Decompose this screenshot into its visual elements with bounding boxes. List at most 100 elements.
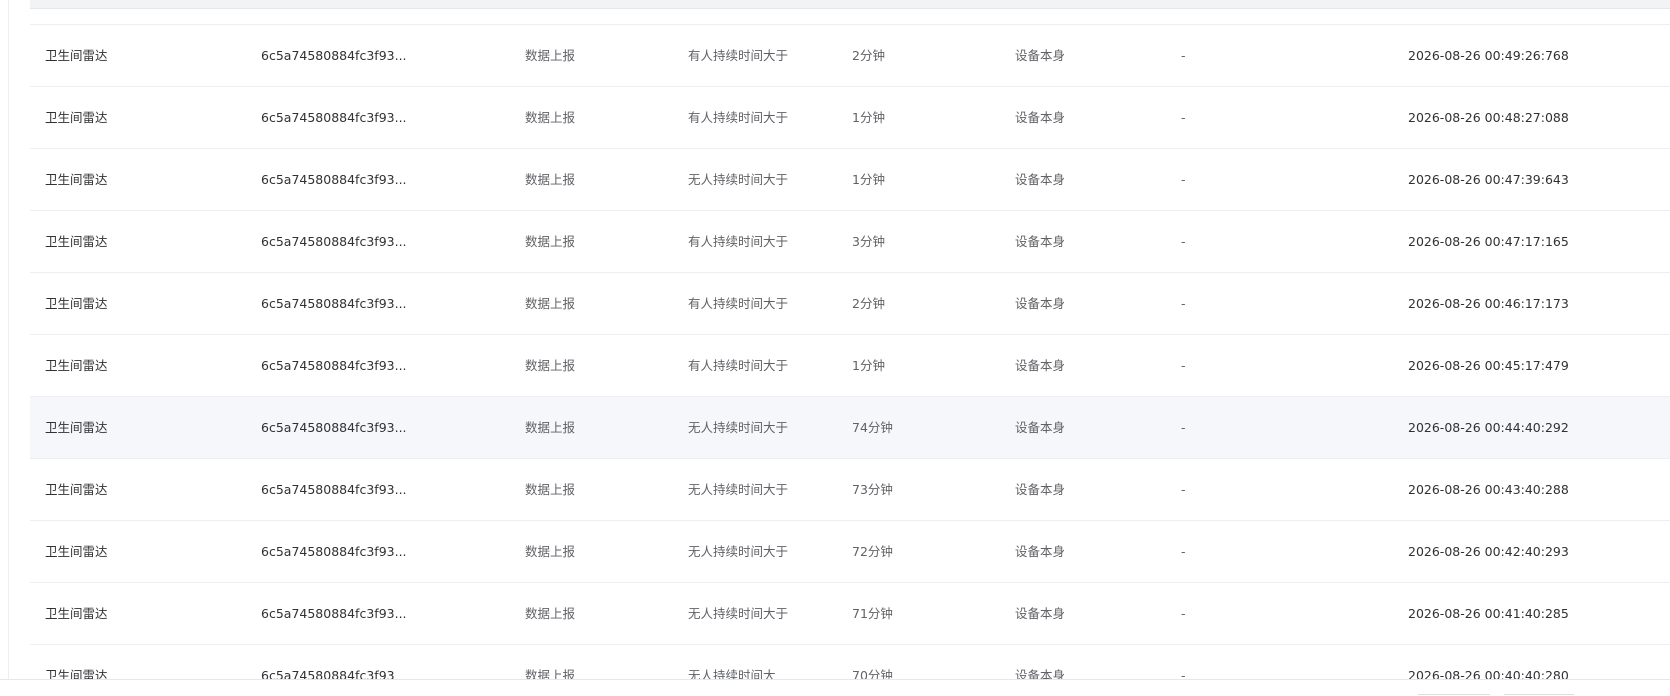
source-cell: 设备本身 [1015, 543, 1066, 559]
source-cell: 设备本身 [1015, 357, 1066, 373]
timestamp-cell: 2026-08-26 00:43:40:288 [1408, 481, 1569, 497]
table-header [30, 0, 1670, 9]
duration-cell: 70分钟 [852, 667, 893, 680]
device-name-cell: 卫生间雷达 [45, 233, 108, 249]
timestamp-cell: 2026-08-26 00:44:40:292 [1408, 419, 1569, 435]
extra-cell: - [1181, 47, 1186, 63]
device-id-cell: 6c5a74580884fc3f93... [261, 109, 407, 125]
source-cell: 设备本身 [1015, 419, 1066, 435]
timestamp-cell: 2026-08-26 00:47:17:165 [1408, 233, 1569, 249]
rule-cell: 有人持续时间大于 [688, 233, 789, 249]
rule-cell: 有人持续时间大于 [688, 109, 789, 125]
device-id-cell: 6c5a74580884fc3f93... [261, 233, 407, 249]
extra-cell: - [1181, 543, 1186, 559]
duration-cell: 3分钟 [852, 233, 885, 249]
event-type-cell: 数据上报 [525, 47, 576, 63]
duration-cell: 74分钟 [852, 419, 893, 435]
table-row[interactable]: 卫生间雷达 6c5a74580884fc3f93... 数据上报 无人持续时间大于 72… [30, 521, 1670, 583]
timestamp-cell: 2026-08-26 00:42:40:293 [1408, 543, 1569, 559]
event-type-cell: 数据上报 [525, 667, 576, 680]
device-name-cell: 卫生间雷达 [45, 357, 108, 373]
device-id-cell: 6c5a74580884fc3f93... [261, 481, 407, 497]
device-name-cell: 卫生间雷达 [45, 109, 108, 125]
device-id-cell: 6c5a74580884fc3f93... [261, 357, 407, 373]
source-cell: 设备本身 [1015, 295, 1066, 311]
table-row[interactable]: 卫生间雷达 6c5a74580884fc3f93... 数据上报 无人持续时间大于 74… [30, 397, 1670, 459]
source-cell: 设备本身 [1015, 47, 1066, 63]
table-row[interactable]: 卫生间雷达 6c5a74580884fc3f93... 数据上报 有人持续时间大于 1分… [30, 335, 1670, 397]
source-cell: 设备本身 [1015, 109, 1066, 125]
device-id-cell: 6c5a74580884fc3f93... [261, 605, 407, 621]
device-name-cell: 卫生间雷达 [45, 171, 108, 187]
event-log-page: 卫生间雷达 6c5a74580884fc3f93... 数据上报 有人持续时间大于 2分… [0, 0, 1670, 696]
event-type-cell: 数据上报 [525, 357, 576, 373]
rule-cell: 无人持续时间大于 [688, 171, 789, 187]
timestamp-cell: 2026-08-26 00:47:39:643 [1408, 171, 1569, 187]
device-name-cell: 卫生间雷达 [45, 481, 108, 497]
source-cell: 设备本身 [1015, 481, 1066, 497]
table-row[interactable]: 卫生间雷达 6c5a74580884fc3f93 数据上报 无人持续时间大 70分钟 设备… [30, 645, 1670, 679]
duration-cell: 2分钟 [852, 295, 885, 311]
event-type-cell: 数据上报 [525, 233, 576, 249]
duration-cell: 71分钟 [852, 605, 893, 621]
source-cell: 设备本身 [1015, 605, 1066, 621]
rule-cell: 无人持续时间大于 [688, 605, 789, 621]
extra-cell: - [1181, 171, 1186, 187]
duration-cell: 1分钟 [852, 109, 885, 125]
device-id-cell: 6c5a74580884fc3f93... [261, 419, 407, 435]
rule-cell: 无人持续时间大于 [688, 481, 789, 497]
event-type-cell: 数据上报 [525, 605, 576, 621]
duration-cell: 1分钟 [852, 171, 885, 187]
left-edge-divider [0, 0, 9, 696]
rule-cell: 无人持续时间大于 [688, 419, 789, 435]
table-header-gap [30, 9, 1670, 25]
rule-cell: 有人持续时间大于 [688, 47, 789, 63]
timestamp-cell: 2026-08-26 00:45:17:479 [1408, 357, 1569, 373]
table-row[interactable]: 卫生间雷达 6c5a74580884fc3f93... 数据上报 有人持续时间大于 1分… [30, 87, 1670, 149]
table-row[interactable]: 卫生间雷达 6c5a74580884fc3f93... 数据上报 有人持续时间大于 2分… [30, 25, 1670, 87]
extra-cell: - [1181, 605, 1186, 621]
table-row[interactable]: 卫生间雷达 6c5a74580884fc3f93... 数据上报 无人持续时间大于 1分… [30, 149, 1670, 211]
device-id-cell: 6c5a74580884fc3f93... [261, 47, 407, 63]
extra-cell: - [1181, 667, 1186, 680]
event-type-cell: 数据上报 [525, 419, 576, 435]
event-type-cell: 数据上报 [525, 109, 576, 125]
duration-cell: 1分钟 [852, 357, 885, 373]
device-id-cell: 6c5a74580884fc3f93... [261, 295, 407, 311]
device-id-cell: 6c5a74580884fc3f93... [261, 171, 407, 187]
event-type-cell: 数据上报 [525, 481, 576, 497]
rule-cell: 无人持续时间大于 [688, 543, 789, 559]
extra-cell: - [1181, 481, 1186, 497]
event-table: 卫生间雷达 6c5a74580884fc3f93... 数据上报 有人持续时间大于 2分… [30, 0, 1670, 679]
timestamp-cell: 2026-08-26 00:40:40:280 [1408, 667, 1569, 680]
device-name-cell: 卫生间雷达 [45, 605, 108, 621]
rule-cell: 有人持续时间大于 [688, 357, 789, 373]
table-row[interactable]: 卫生间雷达 6c5a74580884fc3f93... 数据上报 有人持续时间大于 3分… [30, 211, 1670, 273]
device-name-cell: 卫生间雷达 [45, 295, 108, 311]
extra-cell: - [1181, 419, 1186, 435]
event-type-cell: 数据上报 [525, 295, 576, 311]
timestamp-cell: 2026-08-26 00:49:26:768 [1408, 47, 1569, 63]
source-cell: 设备本身 [1015, 667, 1066, 680]
table-row[interactable]: 卫生间雷达 6c5a74580884fc3f93... 数据上报 有人持续时间大于 2分… [30, 273, 1670, 335]
device-id-cell: 6c5a74580884fc3f93 [261, 667, 395, 680]
device-name-cell: 卫生间雷达 [45, 543, 108, 559]
duration-cell: 73分钟 [852, 481, 893, 497]
extra-cell: - [1181, 109, 1186, 125]
duration-cell: 2分钟 [852, 47, 885, 63]
table-body: 卫生间雷达 6c5a74580884fc3f93... 数据上报 有人持续时间大于 2分… [30, 25, 1670, 679]
event-type-cell: 数据上报 [525, 543, 576, 559]
device-name-cell: 卫生间雷达 [45, 667, 108, 680]
timestamp-cell: 2026-08-26 00:48:27:088 [1408, 109, 1569, 125]
extra-cell: - [1181, 295, 1186, 311]
extra-cell: - [1181, 357, 1186, 373]
rule-cell: 无人持续时间大 [688, 667, 776, 680]
device-name-cell: 卫生间雷达 [45, 419, 108, 435]
source-cell: 设备本身 [1015, 171, 1066, 187]
table-row[interactable]: 卫生间雷达 6c5a74580884fc3f93... 数据上报 无人持续时间大于 71… [30, 583, 1670, 645]
extra-cell: - [1181, 233, 1186, 249]
event-type-cell: 数据上报 [525, 171, 576, 187]
timestamp-cell: 2026-08-26 00:46:17:173 [1408, 295, 1569, 311]
table-row[interactable]: 卫生间雷达 6c5a74580884fc3f93... 数据上报 无人持续时间大于 73… [30, 459, 1670, 521]
device-name-cell: 卫生间雷达 [45, 47, 108, 63]
